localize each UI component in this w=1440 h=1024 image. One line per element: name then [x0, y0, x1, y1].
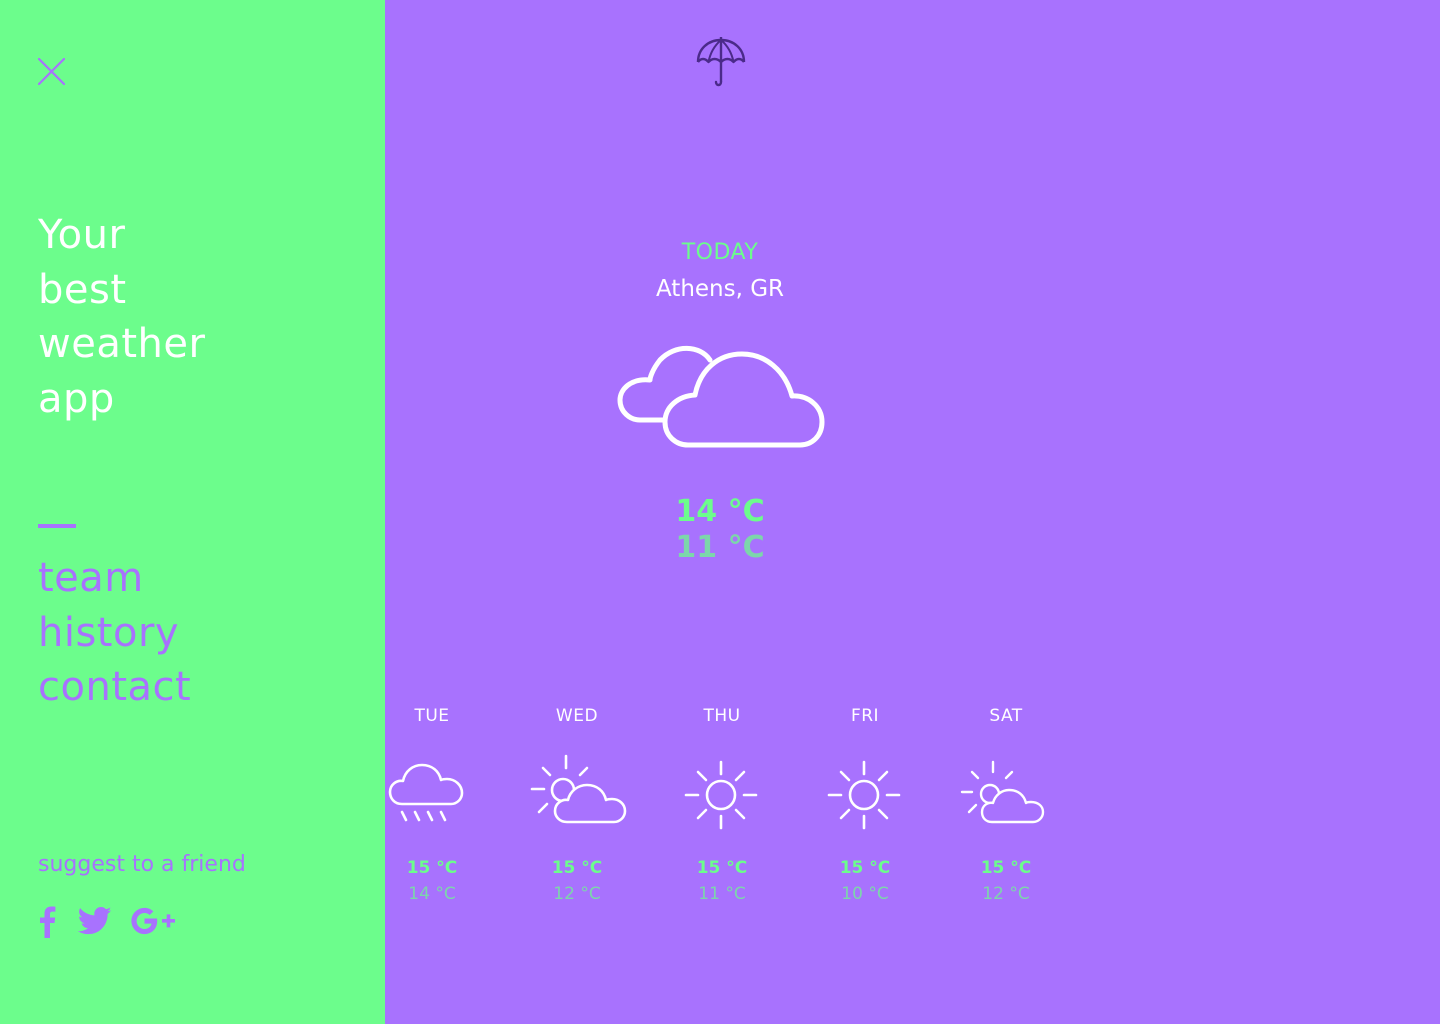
- location-label: Athens, GR: [655, 276, 785, 302]
- partly-cloudy-icon: [946, 752, 1066, 832]
- tagline: Your best weather app: [38, 208, 205, 426]
- sidebar-nav: team history contact: [38, 551, 191, 715]
- forecast-day: FRI 15 °C 10 °C: [805, 706, 925, 904]
- divider-dash: [38, 524, 76, 528]
- sidebar: Your best weather app team history conta…: [0, 0, 385, 1024]
- forecast-low-temp: 14 °C: [408, 884, 456, 904]
- facebook-icon[interactable]: [38, 904, 56, 942]
- nav-item-team[interactable]: team: [38, 551, 191, 606]
- today-high-temp: 14 °C: [675, 494, 765, 529]
- google-plus-icon[interactable]: [128, 905, 176, 941]
- forecast-day-name: WED: [555, 706, 599, 726]
- forecast-high-temp: 15 °C: [406, 858, 458, 878]
- forecast-high-temp: 15 °C: [696, 858, 748, 878]
- tagline-line: Your: [38, 212, 126, 258]
- suggest-link[interactable]: suggest to a friend: [38, 852, 246, 877]
- nav-item-history[interactable]: history: [38, 606, 191, 661]
- forecast-day-name: SAT: [989, 706, 1023, 726]
- forecast-low-temp: 12 °C: [553, 884, 601, 904]
- forecast-low-temp: 11 °C: [698, 884, 746, 904]
- forecast-day: WED 15 °C 12 °C: [517, 706, 637, 904]
- sun-icon: [805, 752, 925, 832]
- forecast-high-temp: 15 °C: [980, 858, 1032, 878]
- partly-cloudy-icon: [517, 752, 637, 832]
- today-low-temp: 11 °C: [675, 530, 765, 565]
- umbrella-icon: [694, 34, 748, 88]
- forecast-day: THU 15 °C 11 °C: [662, 706, 782, 904]
- forecast-low-temp: 10 °C: [841, 884, 889, 904]
- forecast-day: TUE 15 °C 14 °C: [372, 706, 492, 904]
- close-icon[interactable]: [36, 56, 68, 88]
- twitter-icon[interactable]: [77, 906, 112, 940]
- sun-icon: [662, 752, 782, 832]
- forecast-day-name: THU: [703, 706, 741, 726]
- forecast-low-temp: 12 °C: [982, 884, 1030, 904]
- forecast-day-name: TUE: [414, 706, 450, 726]
- tagline-line: app: [38, 375, 115, 422]
- nav-item-contact[interactable]: contact: [38, 660, 191, 715]
- rain-icon: [372, 752, 492, 832]
- tagline-line: weather: [38, 321, 206, 367]
- forecast-high-temp: 15 °C: [551, 858, 603, 878]
- tagline-line: best: [38, 266, 127, 313]
- forecast-day: SAT 15 °C 12 °C: [946, 706, 1066, 904]
- forecast-day-name: FRI: [850, 706, 880, 726]
- today-label: TODAY: [681, 240, 759, 265]
- cloudy-icon: [610, 340, 830, 460]
- forecast-high-temp: 15 °C: [839, 858, 891, 878]
